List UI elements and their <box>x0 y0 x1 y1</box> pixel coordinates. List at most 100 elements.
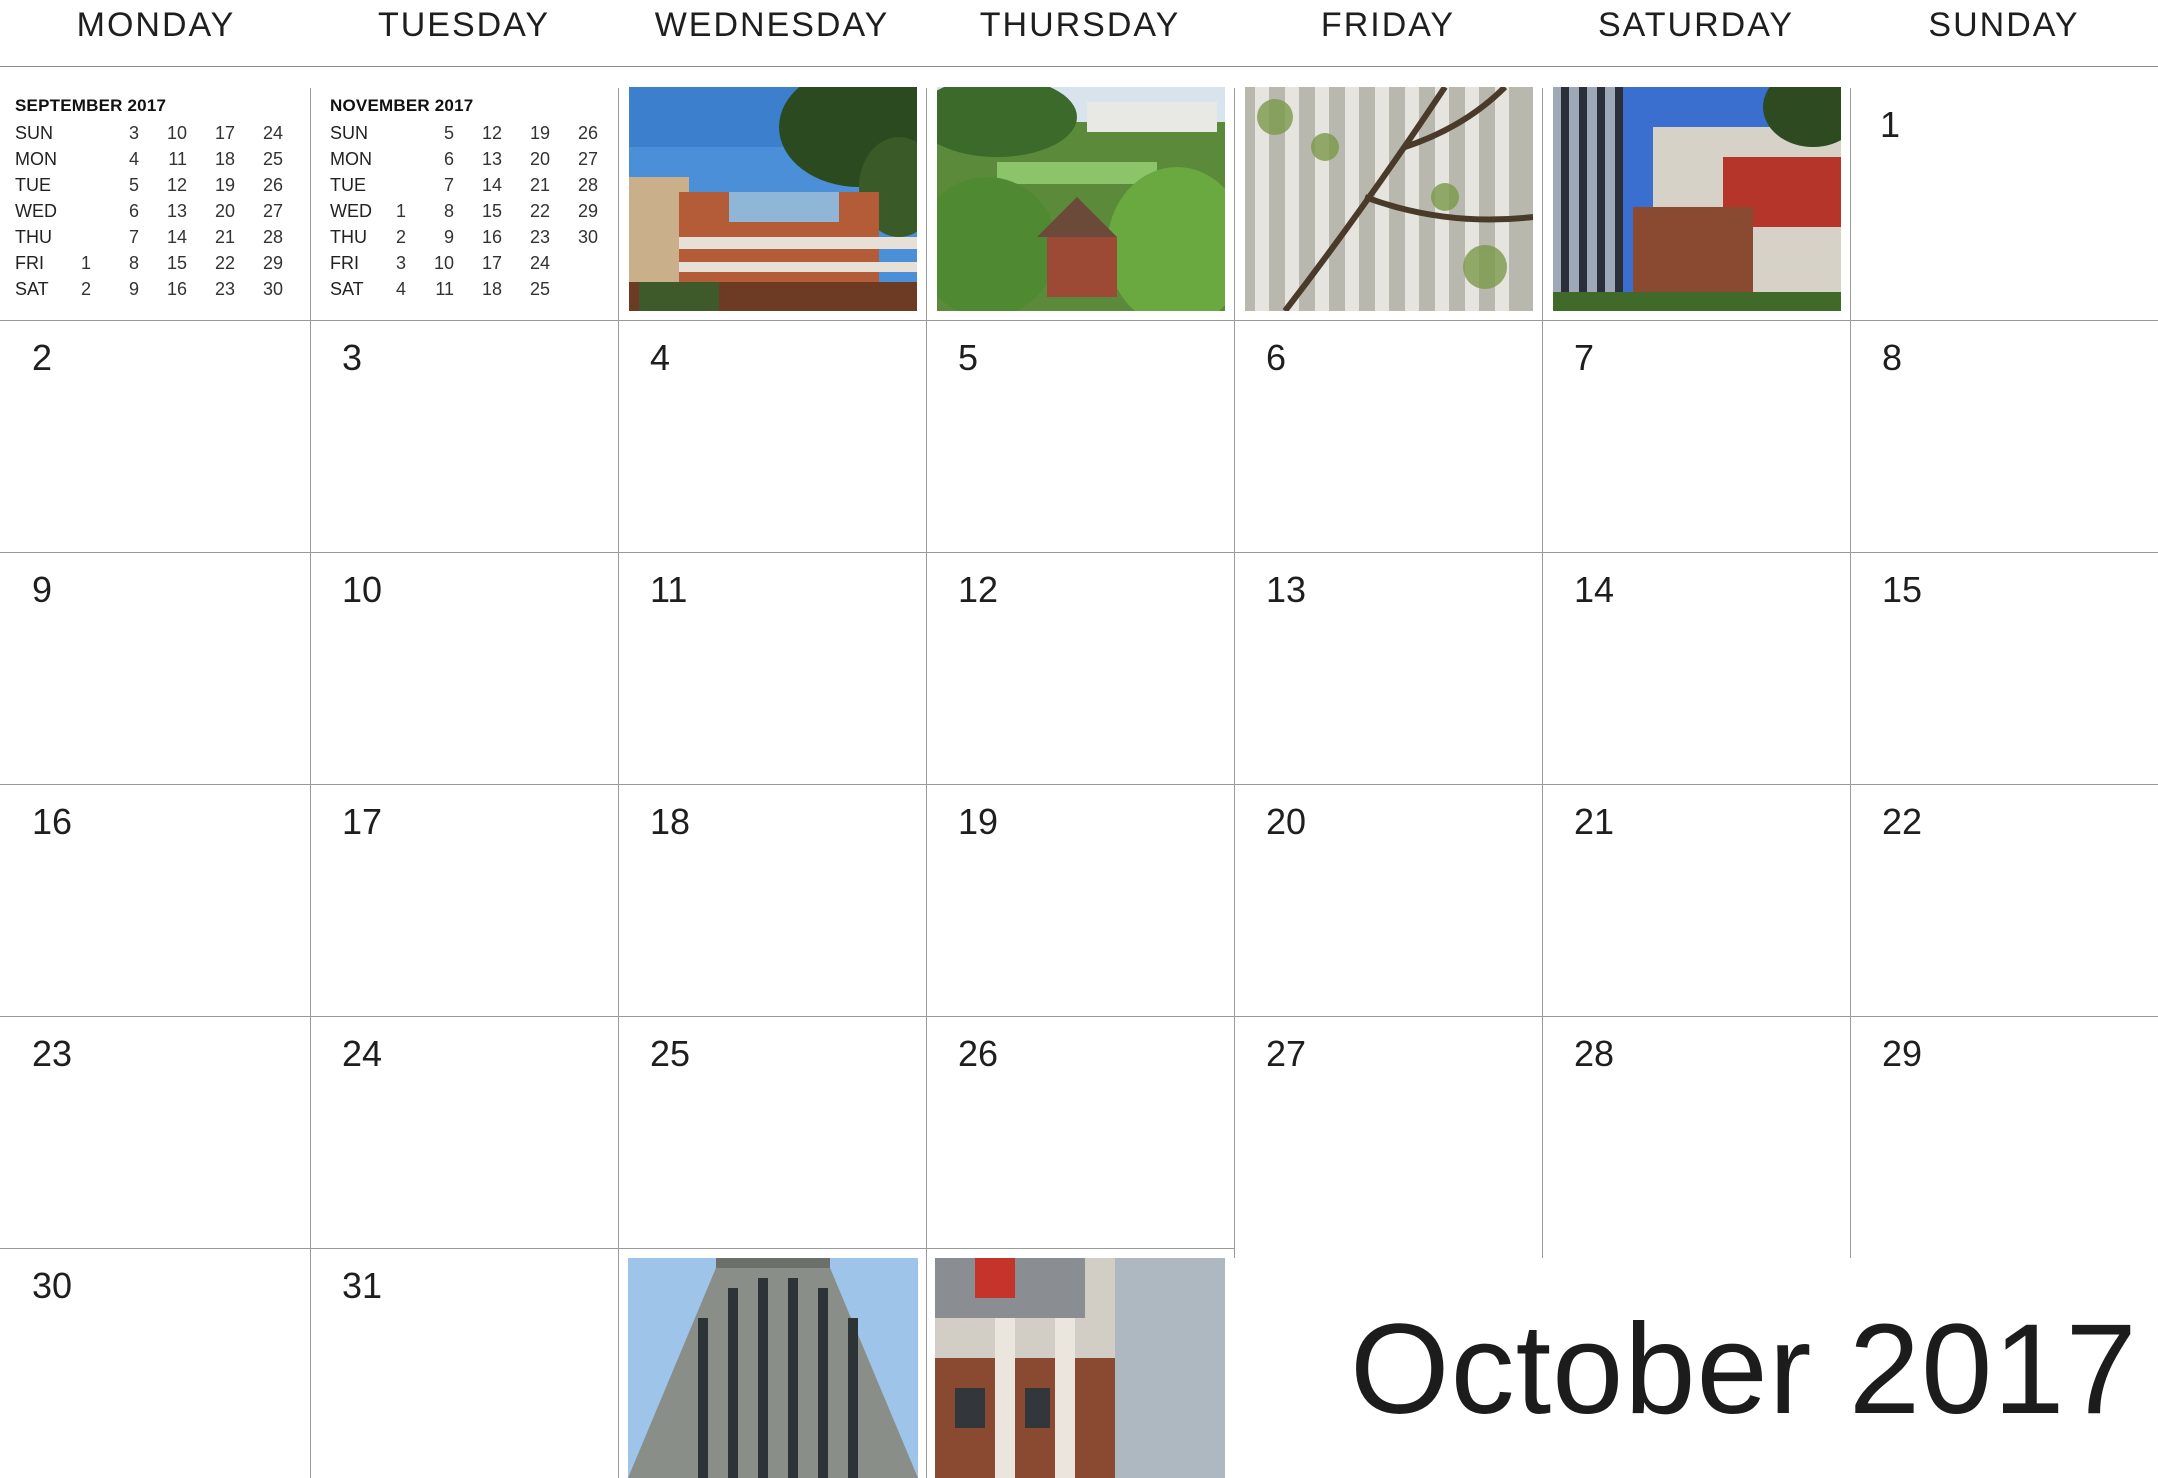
mini-date: 15 <box>166 253 187 273</box>
day-number: 20 <box>1266 801 1307 842</box>
mini-date: 25 <box>262 149 283 169</box>
brick-building-photo <box>935 1258 1225 1478</box>
day-number: 9 <box>32 569 53 610</box>
day-number: 27 <box>1266 1033 1307 1074</box>
month-title: October 2017 <box>1350 1298 2138 1441</box>
mini-date: 17 <box>214 123 235 143</box>
mini-date: 22 <box>529 201 550 221</box>
mini-date: 8 <box>128 253 139 273</box>
mini-date: 5 <box>128 175 139 195</box>
mini-date: 28 <box>262 227 283 247</box>
grid-line <box>0 320 2158 321</box>
mini-date: 15 <box>481 201 502 221</box>
mini-calendar-row: THU 2 9 16 23 30 <box>330 226 630 252</box>
mini-date: 26 <box>577 123 598 143</box>
day-number: 30 <box>32 1265 73 1306</box>
mini-date: 26 <box>262 175 283 195</box>
mini-date: 10 <box>433 253 454 273</box>
weekday-saturday: SATURDAY <box>1597 6 1795 44</box>
weekday-wednesday: WEDNESDAY <box>654 6 890 44</box>
mini-date: 16 <box>166 279 187 299</box>
mini-dayname: SUN <box>15 123 54 143</box>
mini-dayname: SUN <box>330 123 369 143</box>
day-number: 17 <box>342 801 383 842</box>
mini-calendar-title: SEPTEMBER 2017 <box>15 96 167 115</box>
building-photo <box>629 87 917 311</box>
mini-date: 27 <box>577 149 598 169</box>
mini-date: 28 <box>577 175 598 195</box>
mini-calendar-row: SUN 3 10 17 24 <box>15 122 315 148</box>
mini-calendar-row: FRI 1 8 15 22 29 <box>15 252 315 278</box>
mini-calendar-row: WED 1 8 15 22 29 <box>330 200 630 226</box>
mini-calendar-row: THU 7 14 21 28 <box>15 226 315 252</box>
mini-date: 6 <box>128 201 139 221</box>
mini-calendar-row: SAT 4 11 18 25 <box>330 278 630 304</box>
day-number: 8 <box>1882 337 1903 378</box>
mini-calendar-row: WED 6 13 20 27 <box>15 200 315 226</box>
mini-date: 1 <box>80 253 91 273</box>
mini-calendar-november: NOVEMBER 2017 SUN 5 12 19 26 MON 6 13 20… <box>330 96 620 306</box>
mini-date: 22 <box>214 253 235 273</box>
mini-date: 4 <box>395 279 406 299</box>
mini-date: 2 <box>395 227 406 247</box>
day-number: 13 <box>1266 569 1307 610</box>
grid-line <box>926 88 927 1478</box>
mini-calendar-row: TUE 5 12 19 26 <box>15 174 315 200</box>
mini-date: 7 <box>128 227 139 247</box>
mini-dayname: MON <box>15 149 57 169</box>
mini-date: 18 <box>214 149 235 169</box>
mini-date: 29 <box>262 253 283 273</box>
mini-calendar-row: SUN 5 12 19 26 <box>330 122 630 148</box>
mini-date: 7 <box>443 175 454 195</box>
mini-calendar-row: MON 6 13 20 27 <box>330 148 630 174</box>
tower-facade-photo <box>1553 87 1841 311</box>
grid-line <box>1542 88 1543 1258</box>
day-number: 1 <box>1880 104 1901 145</box>
mini-date: 9 <box>128 279 139 299</box>
mini-date: 21 <box>214 227 235 247</box>
calendar-page: MONDAY TUESDAY WEDNESDAY THURSDAY FRIDAY… <box>0 0 2158 1478</box>
mini-date: 6 <box>443 149 454 169</box>
mini-date: 11 <box>435 279 454 299</box>
mini-calendar-row: FRI 3 10 17 24 <box>330 252 630 278</box>
mini-date: 3 <box>395 253 406 273</box>
day-number: 22 <box>1882 801 1923 842</box>
mini-date: 14 <box>481 175 502 195</box>
mini-date: 30 <box>577 227 598 247</box>
weekday-header: MONDAY TUESDAY WEDNESDAY THURSDAY FRIDAY… <box>0 0 2158 67</box>
day-number: 31 <box>342 1265 383 1306</box>
mini-calendar-september: SEPTEMBER 2017 SUN 3 10 17 24 MON 4 11 1… <box>15 96 305 306</box>
mini-date: 8 <box>443 201 454 221</box>
day-number: 25 <box>650 1033 691 1074</box>
day-number: 5 <box>958 337 979 378</box>
mini-calendar-row: MON 4 11 18 25 <box>15 148 315 174</box>
day-number: 16 <box>32 801 73 842</box>
mini-calendar-row: TUE 7 14 21 28 <box>330 174 630 200</box>
grid-line <box>1234 88 1235 1258</box>
grid-line <box>0 784 2158 785</box>
mini-date: 24 <box>262 123 283 143</box>
mini-date: 12 <box>481 123 502 143</box>
mini-date: 29 <box>577 201 598 221</box>
day-number: 19 <box>958 801 999 842</box>
mini-date: 24 <box>529 253 550 273</box>
mini-dayname: TUE <box>330 175 366 195</box>
mini-date: 13 <box>481 149 502 169</box>
mini-date: 4 <box>128 149 139 169</box>
day-number: 10 <box>342 569 383 610</box>
mini-dayname: WED <box>15 201 57 221</box>
park-photo <box>937 87 1225 311</box>
weekday-monday: MONDAY <box>76 6 236 44</box>
day-number: 7 <box>1574 337 1595 378</box>
grid-line <box>0 552 2158 553</box>
mini-date: 25 <box>529 279 550 299</box>
mini-date: 27 <box>262 201 283 221</box>
mini-date: 21 <box>529 175 550 195</box>
mini-dayname: TUE <box>15 175 51 195</box>
day-number: 23 <box>32 1033 73 1074</box>
day-number: 3 <box>342 337 363 378</box>
day-number: 2 <box>32 337 53 378</box>
day-number: 4 <box>650 337 671 378</box>
mini-date: 23 <box>214 279 235 299</box>
tower-top-photo <box>628 1258 918 1478</box>
